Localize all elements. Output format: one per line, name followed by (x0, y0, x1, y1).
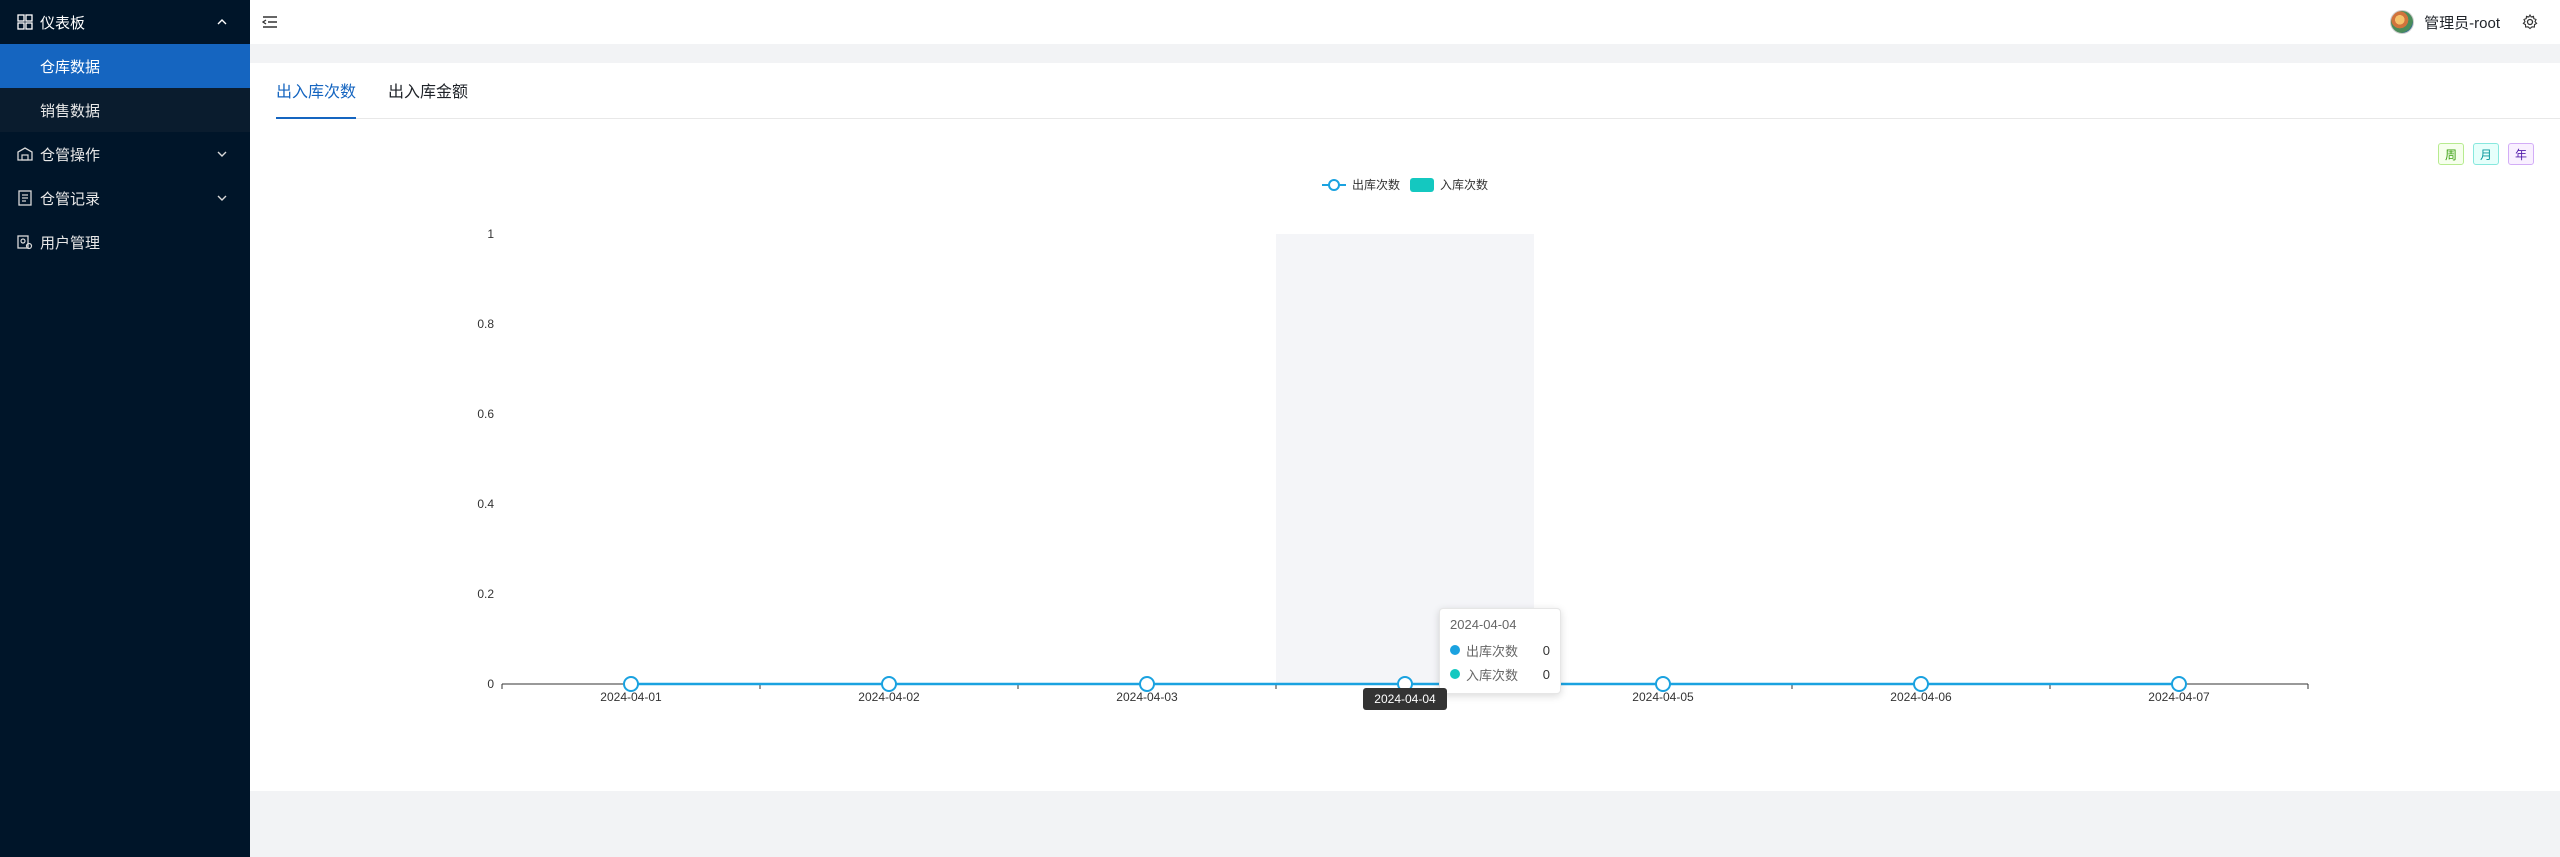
tooltip-title: 2024-04-04 (1450, 617, 1517, 632)
records-icon (16, 189, 34, 207)
settings-icon[interactable] (2520, 12, 2540, 32)
sidebar-item-label: 仓库数据 (40, 58, 101, 76)
sidebar-item-warehouse-records[interactable]: 仓管记录 (0, 176, 250, 220)
user-menu[interactable]: 管理员-root (2390, 10, 2500, 34)
legend-bar-icon (1410, 178, 1434, 192)
sidebar-item-warehouse-data[interactable]: 仓库数据 (0, 44, 250, 88)
line-point (2171, 676, 2187, 692)
x-tick-label: 2024-04-01 (600, 690, 662, 704)
chevron-up-icon (214, 14, 230, 30)
line-point (1913, 676, 1929, 692)
tooltip-value: 0 (1542, 666, 1550, 682)
dashboard-icon (16, 13, 34, 31)
tooltip-row: 入库次数 0 (1450, 662, 1550, 686)
avatar (2390, 10, 2415, 34)
tooltip-row: 出库次数 0 (1450, 638, 1550, 662)
chevron-down-icon (214, 190, 230, 206)
dashboard-submenu: 仓库数据 销售数据 (0, 44, 250, 132)
y-tick-label: 0.6 (477, 407, 494, 421)
y-tick-label: 0.8 (477, 317, 494, 331)
line-point (1139, 676, 1155, 692)
sidebar-item-label: 销售数据 (40, 102, 101, 120)
chevron-down-icon (214, 146, 230, 162)
chart-tooltip: 2024-04-04 出库次数 0 入库次数 0 (1439, 608, 1561, 694)
y-tick-label: 0.4 (477, 497, 494, 511)
y-tick-label: 0.2 (477, 587, 494, 601)
chart-canvas: 0 0.2 0.4 0.6 0.8 1 2024-04-01 2024-04-02 2024-0… (477, 177, 2309, 704)
tooltip-label: 出库次数 (1466, 643, 1519, 659)
chart-card: 出入库次数 出入库金额 周 月 年 0 0.2 0.4 0.6 0.8 1 2024-04-… (250, 63, 2560, 791)
line-point (881, 676, 897, 692)
sidebar-item-label: 用户管理 (40, 234, 101, 252)
line-point (623, 676, 639, 692)
line-point (1655, 676, 1671, 692)
legend-label: 出库次数 (1352, 177, 1400, 192)
y-tick-label: 1 (487, 227, 494, 241)
legend-label: 入库次数 (1440, 177, 1488, 192)
sidebar: 仪表板 仓库数据 销售数据 仓管操作 仓管记录 用户管理 (0, 0, 250, 857)
x-tick-label: 2024-04-02 (858, 690, 920, 704)
tooltip-value: 0 (1542, 642, 1550, 658)
x-tick-label: 2024-04-07 (2148, 690, 2210, 704)
top-header: 管理员-root (250, 0, 2560, 44)
tooltip-label: 入库次数 (1466, 667, 1519, 683)
sidebar-item-user-management[interactable]: 用户管理 (0, 220, 250, 264)
x-axis-pointer-label: 2024-04-04 (1363, 688, 1447, 710)
y-tick-label: 0 (487, 677, 494, 691)
legend-line-marker (1328, 179, 1340, 191)
series-dot-icon (1450, 645, 1460, 655)
user-management-icon (16, 233, 34, 251)
sidebar-item-label: 仓管记录 (40, 190, 101, 208)
series-dot-icon (1450, 669, 1460, 679)
x-tick-label: 2024-04-06 (1890, 690, 1952, 704)
sidebar-item-sales-data[interactable]: 销售数据 (0, 88, 250, 132)
warehouse-icon (16, 145, 34, 163)
sidebar-item-label: 仪表板 (40, 14, 86, 32)
sidebar-item-label: 仓管操作 (40, 146, 101, 164)
sidebar-item-dashboard[interactable]: 仪表板 (0, 0, 250, 44)
x-tick-label: 2024-04-03 (1116, 690, 1178, 704)
sidebar-item-warehouse-ops[interactable]: 仓管操作 (0, 132, 250, 176)
user-name: 管理员-root (2424, 14, 2500, 32)
x-tick-label: 2024-04-05 (1632, 690, 1694, 704)
menu-collapse-icon[interactable] (260, 12, 280, 32)
